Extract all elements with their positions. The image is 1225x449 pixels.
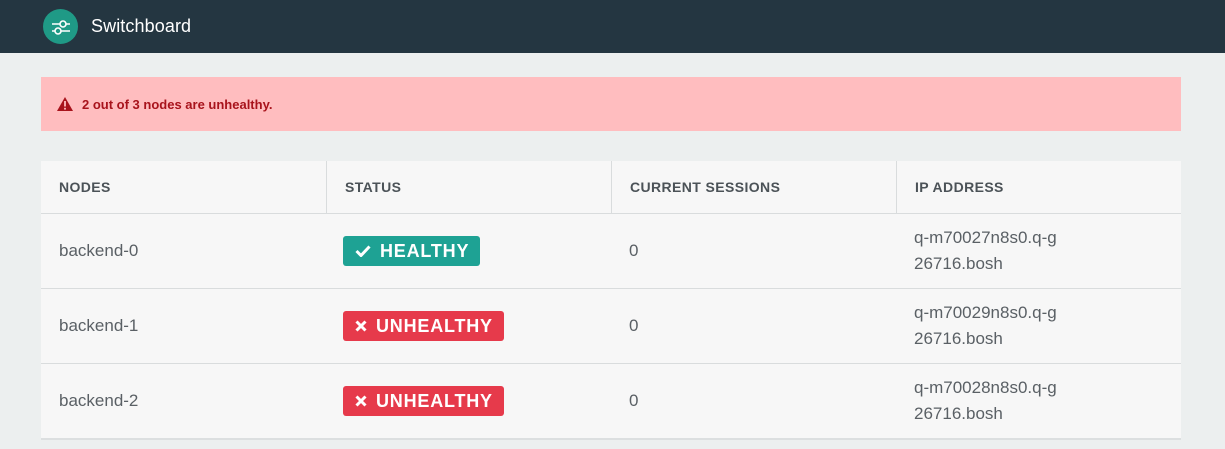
nodes-table: NODES STATUS CURRENT SESSIONS IP ADDRESS… [41,161,1181,440]
column-header-nodes: NODES [59,179,111,195]
top-bar: Switchboard [0,0,1225,53]
current-sessions: 0 [629,316,639,335]
status-badge: UNHEALTHY [343,386,504,416]
status-label: UNHEALTHY [376,315,493,336]
x-icon [355,395,367,407]
node-name: backend-2 [59,391,139,410]
status-label: UNHEALTHY [376,390,493,411]
status-cell: UNHEALTHY [326,364,611,438]
ip-address: q-m70029n8s0.q-g26716.bosh [914,303,1057,348]
warning-icon [57,97,73,111]
alert-message: 2 out of 3 nodes are unhealthy. [82,96,273,112]
ip-address: q-m70028n8s0.q-g26716.bosh [914,378,1057,423]
table-row: backend-0 HEALTHY 0 q-m70027n8s0.q-g2671… [41,214,1181,289]
unhealthy-alert-banner: 2 out of 3 nodes are unhealthy. [41,77,1181,131]
table-row: backend-2 UNHEALTHY 0 q-m70028n8s0.q-g26… [41,364,1181,438]
ip-address: q-m70027n8s0.q-g26716.bosh [914,228,1057,273]
table-row: backend-1 UNHEALTHY 0 q-m70029n8s0.q-g26… [41,289,1181,364]
status-badge: UNHEALTHY [343,311,504,341]
current-sessions: 0 [629,391,639,410]
node-name: backend-1 [59,316,139,335]
column-header-status: STATUS [326,161,611,213]
status-cell: UNHEALTHY [326,289,611,363]
column-header-current-sessions: CURRENT SESSIONS [611,161,896,213]
current-sessions: 0 [629,241,639,260]
status-label: HEALTHY [380,240,470,261]
check-icon [355,245,371,257]
status-badge: HEALTHY [343,236,481,266]
node-name: backend-0 [59,241,139,260]
column-header-ip-address: IP ADDRESS [896,161,1181,213]
status-cell: HEALTHY [326,214,611,288]
table-header-row: NODES STATUS CURRENT SESSIONS IP ADDRESS [41,161,1181,214]
switchboard-logo-icon[interactable] [43,9,78,44]
app-title[interactable]: Switchboard [91,16,191,37]
x-icon [355,320,367,332]
